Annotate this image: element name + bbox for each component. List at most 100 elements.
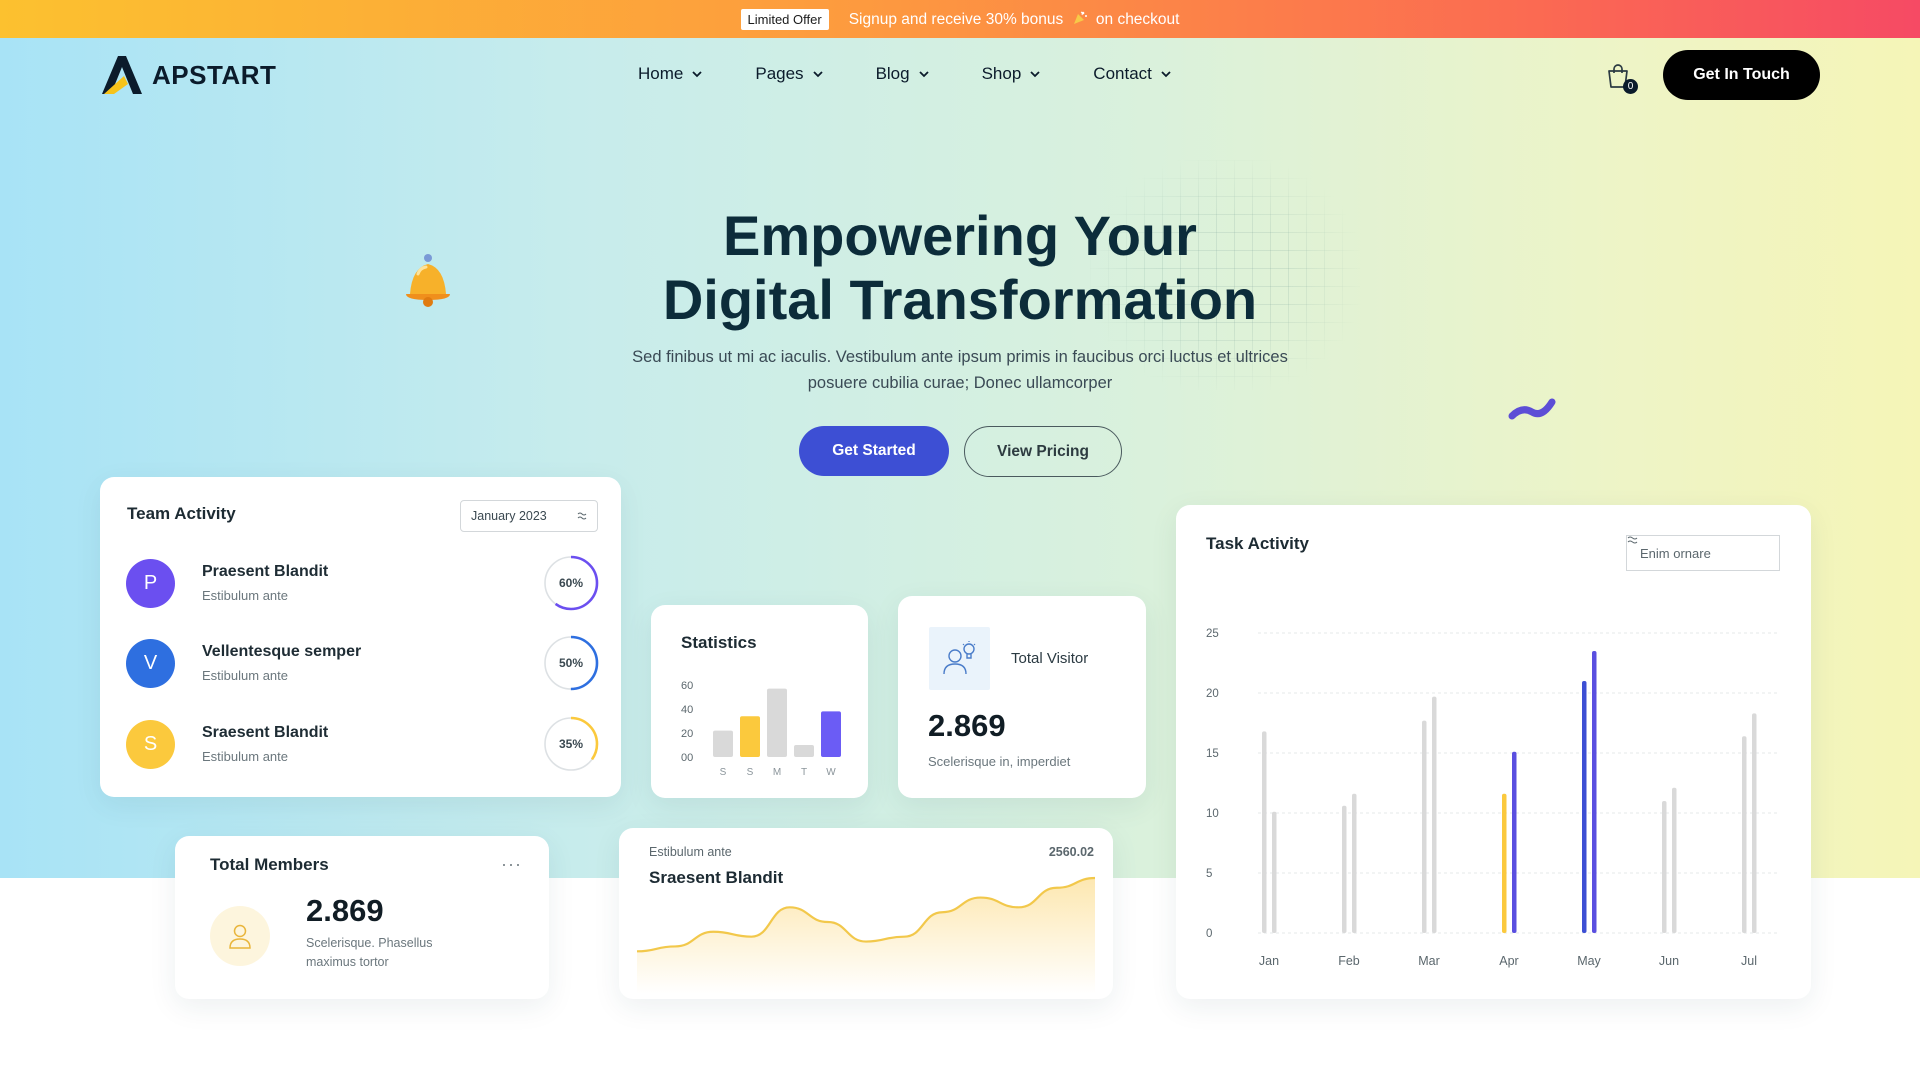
main-nav: Home Pages Blog Shop Contact	[638, 64, 1172, 84]
nav-blog-label: Blog	[875, 64, 910, 83]
task-activity-bar	[1432, 696, 1437, 933]
nav-pages-label: Pages	[755, 64, 804, 83]
nav-pages[interactable]: Pages	[755, 64, 823, 84]
total-visitor-description: Scelerisque in, imperdiet	[928, 754, 1071, 769]
hero-title-line-1: Empowering Your	[723, 204, 1197, 267]
hero-subtitle: Sed finibus ut mi ac iaculis. Vestibulum…	[632, 348, 1288, 392]
task-activity-bar	[1672, 787, 1677, 933]
more-options-icon[interactable]: ···	[501, 854, 522, 875]
task-activity-bar	[1502, 793, 1507, 933]
apstart-logo-icon	[102, 56, 142, 94]
party-popper-icon	[1073, 11, 1087, 24]
task-activity-card: Task Activity Enim ornare 0 5 10 15 20 25 Jan F…	[1176, 505, 1811, 999]
site-header: APSTART Home Pages Blog Shop Contact 0 G…	[0, 38, 1920, 112]
task-activity-bar	[1742, 736, 1747, 933]
team-activity-card: Team Activity January 2023 P Praesent Bl…	[100, 477, 621, 797]
task-activity-bar	[1352, 793, 1357, 933]
member-icon-circle	[210, 906, 270, 966]
x-tick-label: T	[801, 767, 807, 778]
team-member-row[interactable]: P Praesent Blandit Estibulum ante 60%	[126, 555, 599, 611]
nav-home[interactable]: Home	[638, 64, 703, 84]
x-tick-label: Apr	[1499, 954, 1518, 968]
chevron-down-icon	[812, 71, 823, 78]
view-pricing-button[interactable]: View Pricing	[964, 426, 1122, 477]
x-tick-label: Jan	[1259, 954, 1279, 968]
avatar: V	[126, 639, 175, 688]
statistics-bar-chart: 00 20 40 60 S S M T W	[681, 680, 841, 778]
task-activity-bar	[1342, 805, 1347, 933]
task-activity-bar	[1592, 651, 1597, 933]
statistics-card: Statistics 00 20 40 60 S S M T W	[651, 605, 868, 798]
squiggle-decoration	[1508, 398, 1556, 420]
avatar: P	[126, 559, 175, 608]
team-member-row[interactable]: S Sraesent Blandit Estibulum ante 35%	[126, 716, 599, 772]
x-tick-label: Jun	[1659, 954, 1679, 968]
statistics-bar	[740, 716, 760, 757]
y-tick-label: 40	[681, 704, 693, 716]
statistics-bar	[767, 688, 787, 757]
filter-icon	[577, 512, 587, 520]
total-members-value: 2.869	[306, 893, 384, 928]
announcement-bar: Limited Offer Signup and receive 30% bon…	[0, 0, 1920, 38]
y-tick-label: 20	[681, 728, 693, 740]
x-tick-label: May	[1577, 954, 1601, 968]
x-tick-label: S	[720, 767, 727, 778]
progress-percent: 60%	[558, 576, 584, 590]
task-activity-bar	[1582, 681, 1587, 933]
nav-contact-label: Contact	[1093, 64, 1152, 83]
y-tick-label: 0	[1206, 928, 1212, 940]
task-activity-bar	[1262, 731, 1267, 933]
y-tick-label: 00	[681, 752, 693, 764]
x-tick-label: Feb	[1338, 954, 1360, 968]
task-activity-bar	[1512, 751, 1517, 933]
statistics-bar	[713, 730, 733, 757]
member-role: Estibulum ante	[202, 668, 288, 683]
get-in-touch-button[interactable]: Get In Touch	[1663, 50, 1820, 100]
chevron-down-icon	[918, 71, 929, 78]
chevron-down-icon	[1030, 71, 1040, 78]
area-fill	[637, 878, 1095, 994]
total-visitor-label: Total Visitor	[1011, 650, 1089, 667]
announcement-message[interactable]: Signup and receive 30% bonus on checkout	[849, 10, 1180, 29]
user-icon	[229, 924, 251, 949]
nav-shop[interactable]: Shop	[982, 64, 1042, 84]
cart-count-badge: 0	[1623, 79, 1638, 94]
nav-home-label: Home	[638, 64, 684, 83]
brand-logo[interactable]: APSTART	[100, 54, 276, 96]
task-activity-bar	[1662, 801, 1667, 933]
x-tick-label: Jul	[1741, 954, 1757, 968]
y-tick-label: 20	[1206, 688, 1219, 700]
task-activity-bar	[1752, 713, 1757, 933]
total-members-card: Total Members ··· 2.869 Scelerisque. Pha…	[175, 836, 549, 999]
statistics-bar	[821, 711, 841, 757]
member-name: Vellentesque semper	[202, 643, 362, 660]
task-activity-bar	[1422, 720, 1427, 933]
cart-button[interactable]: 0	[1604, 62, 1638, 94]
statistics-bar	[794, 745, 814, 757]
progress-percent: 35%	[558, 737, 584, 751]
get-started-button[interactable]: Get Started	[799, 426, 949, 476]
month-select[interactable]: January 2023	[460, 500, 598, 532]
user-idea-icon	[942, 640, 975, 674]
x-tick-label: M	[773, 767, 781, 778]
nav-contact[interactable]: Contact	[1093, 64, 1172, 84]
hero-title-line-2: Digital Transformation	[662, 268, 1258, 331]
announcement-text-end: on checkout	[1095, 10, 1180, 28]
x-tick-label: Mar	[1418, 954, 1440, 968]
x-tick-label: W	[826, 767, 836, 778]
task-activity-bar	[1272, 811, 1277, 933]
team-activity-title: Team Activity	[127, 504, 236, 523]
limited-offer-badge: Limited Offer	[740, 8, 829, 30]
nav-blog[interactable]: Blog	[876, 64, 930, 84]
brand-name: APSTART	[152, 59, 277, 90]
avatar: S	[126, 720, 175, 769]
area-chart-card: Estibulum ante 2560.02 Sraesent Blandit	[619, 828, 1113, 999]
member-name: Praesent Blandit	[202, 563, 329, 580]
team-member-row[interactable]: V Vellentesque semper Estibulum ante 50%	[126, 635, 599, 691]
y-tick-label: 5	[1206, 868, 1212, 880]
hero-title: Empowering Your Digital Transformation	[560, 204, 1360, 332]
task-activity-bar-chart: 0 5 10 15 20 25 Jan Feb Mar Apr May Jun Jul	[1206, 628, 1778, 968]
nav-shop-label: Shop	[981, 64, 1022, 83]
total-visitor-value: 2.869	[928, 708, 1006, 743]
total-members-title: Total Members	[210, 855, 329, 874]
